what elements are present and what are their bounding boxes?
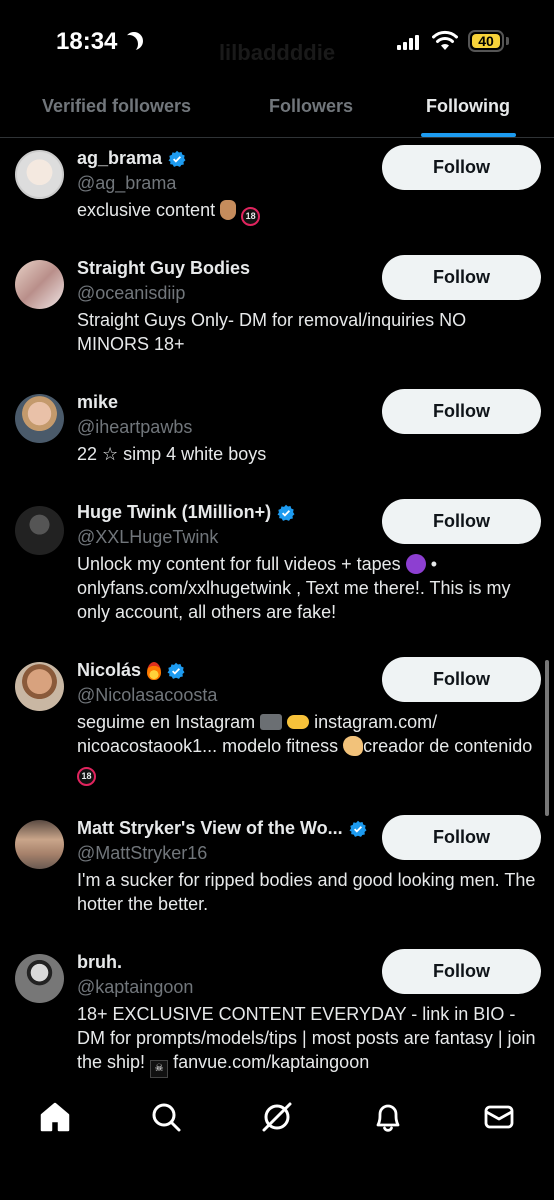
user-handle: @oceanisdiip: [77, 283, 186, 303]
avatar[interactable]: [15, 820, 64, 869]
tab-bar: Verified followers Followers Following: [0, 84, 554, 138]
user-bio: Straight Guys Only- DM for removal/inqui…: [77, 310, 467, 354]
pointing-hand-emoji-icon: [220, 200, 237, 220]
follow-button[interactable]: Follow: [382, 499, 541, 544]
verified-badge-icon: [168, 150, 186, 167]
status-bar: 18:34 lilbaddddie 40: [0, 0, 554, 84]
avatar[interactable]: [15, 150, 64, 199]
verified-badge-icon: [349, 820, 367, 837]
scrollbar[interactable]: [545, 660, 549, 816]
bio-text: fanvue.com/kaptaingoon: [173, 1052, 370, 1072]
battery-level: 40: [472, 33, 500, 49]
no-under-18-emoji-icon: 18: [241, 207, 261, 226]
user-handle: @kaptaingoon: [77, 977, 194, 997]
wifi-icon: [432, 30, 458, 50]
verified-badge-icon: [277, 504, 295, 521]
flexed-biceps-emoji-icon: [343, 736, 364, 756]
user-name: Straight Guy Bodies: [77, 258, 251, 278]
user-name: Nicolás: [77, 660, 142, 680]
battery-tip: [506, 37, 509, 45]
user-handle: @Nicolasacoosta: [77, 685, 218, 705]
devil-emoji-icon: [405, 554, 426, 574]
user-name: bruh.: [77, 952, 122, 972]
search-icon[interactable]: [149, 1100, 183, 1134]
avatar[interactable]: [15, 506, 64, 555]
follow-button[interactable]: Follow: [382, 255, 541, 300]
pointing-right-emoji-icon: [287, 715, 310, 729]
messages-icon[interactable]: [482, 1100, 516, 1134]
bio-text: Unlock my content for full videos + tape…: [77, 554, 401, 574]
user-name: ag_brama: [77, 148, 163, 168]
user-name: Huge Twink (1Million+): [77, 502, 272, 522]
follow-button[interactable]: Follow: [382, 657, 541, 702]
tab-following[interactable]: Following: [426, 96, 510, 117]
user-bio: 22 ☆ simp 4 white boys: [77, 444, 267, 464]
no-under-18-emoji-icon: 18: [77, 767, 96, 786]
avatar[interactable]: [15, 662, 64, 711]
user-bio: 18+ EXCLUSIVE CONTENT EVERYDAY - link in…: [77, 1002, 539, 1078]
follow-button[interactable]: Follow: [382, 815, 541, 860]
follow-button[interactable]: Follow: [382, 145, 541, 190]
avatar[interactable]: [15, 394, 64, 443]
user-handle: @MattStryker16: [77, 843, 208, 863]
user-bio: I'm a sucker for ripped bodies and good …: [77, 870, 536, 914]
fire-emoji-icon: [147, 661, 162, 680]
active-tab-indicator: [421, 133, 516, 137]
user-bio: seguime en Instagram instagram.com/ nico…: [77, 710, 539, 786]
user-bio: Unlock my content for full videos + tape…: [77, 552, 539, 624]
user-name: mike: [77, 392, 119, 412]
avatar[interactable]: [15, 954, 64, 1003]
user-handle: @ag_brama: [77, 173, 177, 193]
bio-text: exclusive content: [77, 200, 216, 220]
user-name: Matt Stryker's View of the Wo...: [77, 818, 343, 838]
bio-text: creador de contenido: [363, 736, 533, 756]
tab-followers[interactable]: Followers: [269, 96, 353, 117]
home-icon[interactable]: [38, 1100, 72, 1134]
follow-button[interactable]: Follow: [382, 949, 541, 994]
bottom-navigation: [0, 1088, 554, 1200]
pirate-flag-emoji-icon: ☠: [150, 1060, 169, 1078]
verified-badge-icon: [167, 662, 185, 679]
notifications-icon[interactable]: [371, 1100, 405, 1134]
battery-icon: 40: [468, 30, 504, 52]
grok-icon[interactable]: [260, 1100, 294, 1134]
user-handle: @XXLHugeTwink: [77, 527, 219, 547]
user-bio: exclusive content 18: [77, 198, 539, 226]
follow-button[interactable]: Follow: [382, 389, 541, 434]
avatar[interactable]: [15, 260, 64, 309]
user-handle: @iheartpawbs: [77, 417, 193, 437]
bio-text: seguime en Instagram: [77, 712, 256, 732]
cellular-signal-icon: [397, 34, 419, 50]
tab-verified-followers[interactable]: Verified followers: [42, 96, 191, 117]
camera-emoji-icon: [260, 714, 283, 730]
